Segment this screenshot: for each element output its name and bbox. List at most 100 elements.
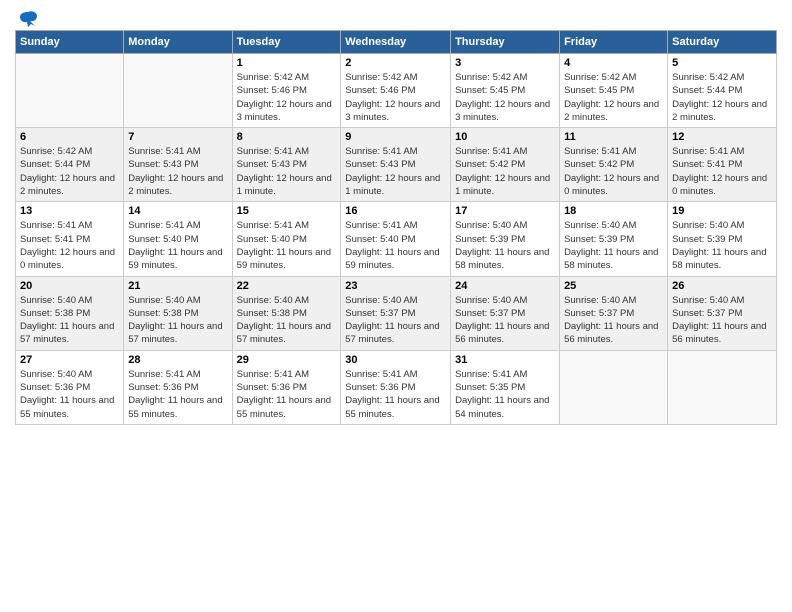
day-info: Sunrise: 5:41 AM Sunset: 5:41 PM Dayligh… <box>672 145 772 198</box>
calendar-day-cell: 18 Sunrise: 5:40 AM Sunset: 5:39 PM Dayli… <box>560 202 668 276</box>
day-number: 17 <box>455 205 555 217</box>
day-number: 29 <box>237 354 337 366</box>
logo <box>15 10 39 24</box>
calendar-day-cell: 17 Sunrise: 5:40 AM Sunset: 5:39 PM Dayli… <box>451 202 560 276</box>
day-number: 7 <box>128 131 227 143</box>
header <box>15 10 777 24</box>
calendar-week-row: 20Sunrise: 5:40 AM Sunset: 5:38 PM Dayli… <box>16 276 777 350</box>
day-number: 24 <box>455 280 555 292</box>
day-number: 25 <box>564 280 663 292</box>
calendar-day-cell: 10 Sunrise: 5:41 AM Sunset: 5:42 PM Dayli… <box>451 128 560 202</box>
calendar-day-cell: 27 Sunrise: 5:40 AM Sunset: 5:36 PM Dayli… <box>16 350 124 424</box>
calendar-day-cell: 14Sunrise: 5:41 AM Sunset: 5:40 PM Dayli… <box>124 202 232 276</box>
calendar-day-cell <box>16 54 124 128</box>
day-number: 9 <box>345 131 446 143</box>
day-info: Sunrise: 5:40 AM Sunset: 5:38 PM Dayligh… <box>128 294 227 347</box>
day-number: 31 <box>455 354 555 366</box>
day-number: 6 <box>20 131 119 143</box>
calendar-day-cell <box>560 350 668 424</box>
day-info: Sunrise: 5:42 AM Sunset: 5:45 PM Dayligh… <box>564 71 663 124</box>
col-header-sunday: Sunday <box>16 31 124 54</box>
day-info: Sunrise: 5:41 AM Sunset: 5:36 PM Dayligh… <box>345 368 446 421</box>
calendar-day-cell: 31 Sunrise: 5:41 AM Sunset: 5:35 PM Dayli… <box>451 350 560 424</box>
day-info: Sunrise: 5:40 AM Sunset: 5:37 PM Dayligh… <box>672 294 772 347</box>
calendar-day-cell: 6 Sunrise: 5:42 AM Sunset: 5:44 PM Daylig… <box>16 128 124 202</box>
day-number: 16 <box>345 205 446 217</box>
day-info: Sunrise: 5:41 AM Sunset: 5:36 PM Dayligh… <box>237 368 337 421</box>
calendar-day-cell: 12 Sunrise: 5:41 AM Sunset: 5:41 PM Dayli… <box>668 128 777 202</box>
day-info: Sunrise: 5:41 AM Sunset: 5:42 PM Dayligh… <box>564 145 663 198</box>
day-info: Sunrise: 5:40 AM Sunset: 5:37 PM Dayligh… <box>564 294 663 347</box>
day-number: 22 <box>237 280 337 292</box>
calendar-day-cell <box>668 350 777 424</box>
calendar-day-cell <box>124 54 232 128</box>
day-number: 1 <box>237 57 337 69</box>
calendar-day-cell: 26 Sunrise: 5:40 AM Sunset: 5:37 PM Dayli… <box>668 276 777 350</box>
day-number: 28 <box>128 354 227 366</box>
calendar-day-cell: 3Sunrise: 5:42 AM Sunset: 5:45 PM Daylig… <box>451 54 560 128</box>
day-info: Sunrise: 5:41 AM Sunset: 5:36 PM Dayligh… <box>128 368 227 421</box>
day-info: Sunrise: 5:41 AM Sunset: 5:40 PM Dayligh… <box>345 219 446 272</box>
day-info: Sunrise: 5:40 AM Sunset: 5:37 PM Dayligh… <box>455 294 555 347</box>
day-number: 4 <box>564 57 663 69</box>
day-info: Sunrise: 5:40 AM Sunset: 5:38 PM Dayligh… <box>20 294 119 347</box>
calendar-day-cell: 30 Sunrise: 5:41 AM Sunset: 5:36 PM Dayli… <box>341 350 451 424</box>
day-info: Sunrise: 5:40 AM Sunset: 5:39 PM Dayligh… <box>564 219 663 272</box>
day-number: 12 <box>672 131 772 143</box>
calendar-day-cell: 2 Sunrise: 5:42 AM Sunset: 5:46 PM Daylig… <box>341 54 451 128</box>
calendar-day-cell: 25 Sunrise: 5:40 AM Sunset: 5:37 PM Dayli… <box>560 276 668 350</box>
day-number: 30 <box>345 354 446 366</box>
day-info: Sunrise: 5:41 AM Sunset: 5:40 PM Dayligh… <box>128 219 227 272</box>
day-info: Sunrise: 5:42 AM Sunset: 5:45 PM Dayligh… <box>455 71 555 124</box>
day-number: 18 <box>564 205 663 217</box>
day-info: Sunrise: 5:40 AM Sunset: 5:37 PM Dayligh… <box>345 294 446 347</box>
day-number: 15 <box>237 205 337 217</box>
col-header-monday: Monday <box>124 31 232 54</box>
calendar-day-cell: 1 Sunrise: 5:42 AM Sunset: 5:46 PM Daylig… <box>232 54 341 128</box>
calendar-week-row: 13Sunrise: 5:41 AM Sunset: 5:41 PM Dayli… <box>16 202 777 276</box>
day-number: 21 <box>128 280 227 292</box>
day-number: 19 <box>672 205 772 217</box>
day-info: Sunrise: 5:41 AM Sunset: 5:35 PM Dayligh… <box>455 368 555 421</box>
calendar-table: SundayMondayTuesdayWednesdayThursdayFrid… <box>15 30 777 425</box>
calendar-day-cell: 28 Sunrise: 5:41 AM Sunset: 5:36 PM Dayli… <box>124 350 232 424</box>
day-info: Sunrise: 5:40 AM Sunset: 5:38 PM Dayligh… <box>237 294 337 347</box>
day-info: Sunrise: 5:41 AM Sunset: 5:43 PM Dayligh… <box>237 145 337 198</box>
calendar-day-cell: 23Sunrise: 5:40 AM Sunset: 5:37 PM Dayli… <box>341 276 451 350</box>
page: SundayMondayTuesdayWednesdayThursdayFrid… <box>0 0 792 435</box>
day-info: Sunrise: 5:42 AM Sunset: 5:44 PM Dayligh… <box>20 145 119 198</box>
day-number: 10 <box>455 131 555 143</box>
col-header-saturday: Saturday <box>668 31 777 54</box>
col-header-tuesday: Tuesday <box>232 31 341 54</box>
calendar-day-cell: 29 Sunrise: 5:41 AM Sunset: 5:36 PM Dayli… <box>232 350 341 424</box>
day-number: 27 <box>20 354 119 366</box>
day-info: Sunrise: 5:42 AM Sunset: 5:46 PM Dayligh… <box>237 71 337 124</box>
calendar-week-row: 27 Sunrise: 5:40 AM Sunset: 5:36 PM Dayli… <box>16 350 777 424</box>
calendar-day-cell: 4 Sunrise: 5:42 AM Sunset: 5:45 PM Daylig… <box>560 54 668 128</box>
day-info: Sunrise: 5:42 AM Sunset: 5:46 PM Dayligh… <box>345 71 446 124</box>
day-info: Sunrise: 5:41 AM Sunset: 5:42 PM Dayligh… <box>455 145 555 198</box>
calendar-day-cell: 9 Sunrise: 5:41 AM Sunset: 5:43 PM Daylig… <box>341 128 451 202</box>
calendar-week-row: 6 Sunrise: 5:42 AM Sunset: 5:44 PM Daylig… <box>16 128 777 202</box>
calendar-day-cell: 15 Sunrise: 5:41 AM Sunset: 5:40 PM Dayli… <box>232 202 341 276</box>
col-header-thursday: Thursday <box>451 31 560 54</box>
day-info: Sunrise: 5:40 AM Sunset: 5:39 PM Dayligh… <box>455 219 555 272</box>
day-number: 8 <box>237 131 337 143</box>
day-info: Sunrise: 5:42 AM Sunset: 5:44 PM Dayligh… <box>672 71 772 124</box>
day-info: Sunrise: 5:41 AM Sunset: 5:43 PM Dayligh… <box>128 145 227 198</box>
calendar-day-cell: 13Sunrise: 5:41 AM Sunset: 5:41 PM Dayli… <box>16 202 124 276</box>
col-header-friday: Friday <box>560 31 668 54</box>
day-info: Sunrise: 5:41 AM Sunset: 5:40 PM Dayligh… <box>237 219 337 272</box>
calendar-day-cell: 8 Sunrise: 5:41 AM Sunset: 5:43 PM Daylig… <box>232 128 341 202</box>
calendar-day-cell: 19Sunrise: 5:40 AM Sunset: 5:39 PM Dayli… <box>668 202 777 276</box>
day-number: 26 <box>672 280 772 292</box>
day-info: Sunrise: 5:40 AM Sunset: 5:36 PM Dayligh… <box>20 368 119 421</box>
day-number: 2 <box>345 57 446 69</box>
calendar-header-row: SundayMondayTuesdayWednesdayThursdayFrid… <box>16 31 777 54</box>
day-info: Sunrise: 5:41 AM Sunset: 5:43 PM Dayligh… <box>345 145 446 198</box>
calendar-day-cell: 24 Sunrise: 5:40 AM Sunset: 5:37 PM Dayli… <box>451 276 560 350</box>
calendar-day-cell: 16 Sunrise: 5:41 AM Sunset: 5:40 PM Dayli… <box>341 202 451 276</box>
calendar-day-cell: 21 Sunrise: 5:40 AM Sunset: 5:38 PM Dayli… <box>124 276 232 350</box>
calendar-day-cell: 5Sunrise: 5:42 AM Sunset: 5:44 PM Daylig… <box>668 54 777 128</box>
day-number: 11 <box>564 131 663 143</box>
